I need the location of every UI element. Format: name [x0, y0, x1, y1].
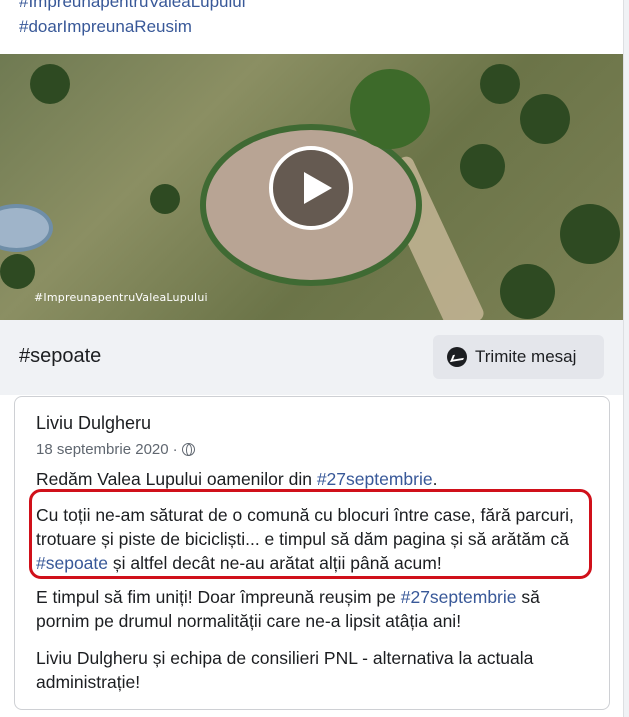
hashtag-link[interactable]: #doarImpreunaReusim — [19, 17, 192, 37]
messenger-icon — [447, 347, 467, 367]
post-paragraph: Liviu Dulgheru și echipa de consilieri P… — [36, 648, 534, 692]
tree-shape — [350, 69, 430, 149]
video-player[interactable]: #ImpreunapentruValeaLupului — [0, 54, 623, 320]
send-message-label: Trimite mesaj — [475, 347, 577, 366]
tree-shape — [150, 184, 180, 214]
tree-shape — [460, 144, 505, 189]
tree-shape — [480, 64, 520, 104]
post-author[interactable]: Liviu Dulgheru — [36, 413, 151, 434]
video-watermark: #ImpreunapentruValeaLupului — [34, 291, 208, 304]
tree-shape — [500, 264, 555, 319]
post-card: #ImpreunapentruValeaLupului #doarImpreun… — [0, 0, 624, 717]
hashtag-link[interactable]: #ImpreunapentruValeaLupului — [19, 0, 246, 12]
post-date[interactable]: 18 septembrie 2020 · — [36, 441, 195, 458]
post-paragraph: E timpul să fim uniți! Doar împreună reu… — [36, 587, 540, 631]
hashtag-link[interactable]: #27septembrie — [317, 469, 433, 489]
date-separator: · — [172, 441, 178, 458]
highlight-annotation — [29, 489, 592, 579]
page-bar: #sepoate Trimite mesaj — [0, 320, 623, 395]
tree-shape — [30, 64, 70, 104]
page-title[interactable]: #sepoate — [19, 345, 101, 368]
play-icon[interactable] — [269, 146, 353, 230]
send-message-button[interactable]: Trimite mesaj — [433, 335, 604, 379]
hashtag-link[interactable]: #27septembrie — [401, 587, 517, 607]
globe-icon — [181, 443, 195, 456]
pool-shape — [0, 204, 53, 252]
tree-shape — [0, 254, 35, 289]
post-date-text: 18 septembrie 2020 — [36, 441, 169, 458]
tree-shape — [520, 94, 570, 144]
post-paragraph: Redăm Valea Lupului oamenilor din #27sep… — [36, 469, 438, 489]
tree-shape — [560, 204, 620, 264]
